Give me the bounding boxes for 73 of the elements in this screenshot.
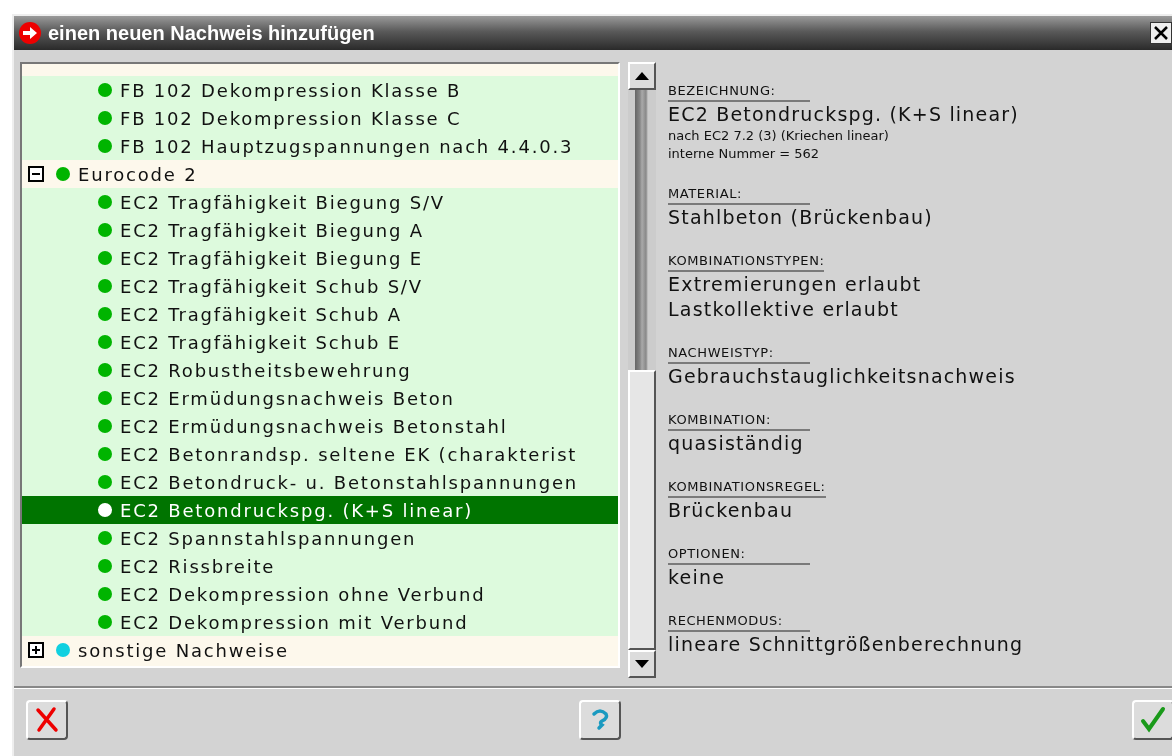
tree-item[interactable]: FB 102 Dekompression Klasse C bbox=[22, 104, 618, 132]
field-value: Gebrauchstauglichkeitsnachweis bbox=[668, 364, 1017, 389]
tree-item[interactable]: EC2 Tragfähigkeit Biegung E bbox=[22, 244, 618, 272]
help-button[interactable] bbox=[579, 700, 621, 740]
up-arrow-icon bbox=[635, 72, 649, 80]
tree-item[interactable]: Eurocode 2 bbox=[22, 160, 618, 188]
tree-item[interactable]: EC2 Tragfähigkeit Biegung A bbox=[22, 216, 618, 244]
field-value: EC2 Betondruckspg. (K+S linear) bbox=[668, 102, 1020, 127]
field-value: Lastkollektive erlaubt bbox=[668, 297, 900, 322]
section-label: RECHENMODUS: bbox=[668, 612, 810, 632]
collapse-icon[interactable] bbox=[28, 166, 44, 182]
bullet-icon bbox=[98, 391, 112, 405]
tree-item[interactable]: EC2 Dekompression ohne Verbund bbox=[22, 580, 618, 608]
bullet-icon bbox=[98, 503, 112, 517]
section-label: BEZEICHNUNG: bbox=[668, 82, 810, 102]
bullet-icon bbox=[98, 335, 112, 349]
field-value: Extremierungen erlaubt bbox=[668, 272, 923, 297]
tree-item[interactable]: EC2 Robustheitsbewehrung bbox=[22, 356, 618, 384]
bullet-icon bbox=[98, 83, 112, 97]
bullet-icon bbox=[98, 419, 112, 433]
bullet-icon bbox=[98, 279, 112, 293]
close-icon[interactable] bbox=[1150, 22, 1172, 44]
bullet-icon bbox=[98, 475, 112, 489]
bullet-icon bbox=[98, 111, 112, 125]
scroll-up-button[interactable] bbox=[628, 62, 656, 90]
section-label: KOMBINATIONSREGEL: bbox=[668, 478, 826, 498]
ok-button[interactable] bbox=[1132, 700, 1172, 740]
tree-item[interactable]: EC2 Betondruckspg. (K+S linear) bbox=[22, 496, 618, 524]
bullet-icon bbox=[98, 615, 112, 629]
field-value: keine bbox=[668, 565, 727, 590]
tree-item[interactable]: EC2 Tragfähigkeit Schub E bbox=[22, 328, 618, 356]
expand-icon[interactable] bbox=[28, 642, 44, 658]
scrollbar-thumb[interactable] bbox=[628, 370, 656, 650]
cancel-button[interactable] bbox=[26, 700, 68, 740]
down-arrow-icon bbox=[635, 660, 649, 668]
bullet-icon bbox=[98, 223, 112, 237]
section-label: OPTIONEN: bbox=[668, 545, 810, 565]
tree-item[interactable]: EC2 Betondruck- u. Betonstahlspannungen bbox=[22, 468, 618, 496]
tree-item[interactable]: FB 102 Dekompression Klasse B bbox=[22, 76, 618, 104]
tree-item[interactable]: EC2 Ermüdungsnachweis Beton bbox=[22, 384, 618, 412]
section-label: NACHWEISTYP: bbox=[668, 344, 810, 364]
tree-item[interactable]: EC2 Ermüdungsnachweis Betonstahl bbox=[22, 412, 618, 440]
field-value: Brückenbau bbox=[668, 498, 795, 523]
bullet-icon bbox=[98, 559, 112, 573]
tree-item[interactable]: FB 102 Hauptzugspannungen nach 4.4.0.3 bbox=[22, 132, 618, 160]
tree-item[interactable]: EC2 Tragfähigkeit Schub S/V bbox=[22, 272, 618, 300]
bullet-icon bbox=[98, 251, 112, 265]
section-label: KOMBINATION: bbox=[668, 411, 810, 431]
tree-item[interactable]: EC2 Spannstahlspannungen bbox=[22, 524, 618, 552]
section-label: KOMBINATIONSTYPEN: bbox=[668, 252, 825, 272]
field-value: Stahlbeton (Brückenbau) bbox=[668, 205, 934, 230]
bullet-icon bbox=[98, 447, 112, 461]
note-text: nach EC2 7.2 (3) (Kriechen linear) bbox=[668, 127, 890, 145]
tree-item[interactable]: EC2 Dekompression mit Verbund bbox=[22, 608, 618, 636]
bullet-icon bbox=[98, 363, 112, 377]
tree-item[interactable]: EC2 Rissbreite bbox=[22, 552, 618, 580]
bullet-icon bbox=[98, 307, 112, 321]
close-icon bbox=[33, 706, 61, 734]
field-value: lineare Schnittgrößenberechnung bbox=[668, 632, 1024, 657]
bullet-icon bbox=[98, 587, 112, 601]
checkmark-icon bbox=[1139, 706, 1167, 734]
bullet-icon bbox=[98, 139, 112, 153]
scroll-down-button[interactable] bbox=[628, 650, 656, 678]
tree-item[interactable]: EC2 Tragfähigkeit Schub A bbox=[22, 300, 618, 328]
field-value: quasiständig bbox=[668, 431, 805, 456]
note-text: interne Nummer = 562 bbox=[668, 145, 821, 163]
tree-item[interactable]: sonstige Nachweise bbox=[22, 636, 618, 664]
window-title: einen neuen Nachweis hinzufügen bbox=[48, 21, 375, 46]
tree-item[interactable]: EC2 Tragfähigkeit Biegung S/V bbox=[22, 188, 618, 216]
bullet-icon bbox=[98, 195, 112, 209]
section-label: MATERIAL: bbox=[668, 185, 810, 205]
tree-item[interactable]: EC2 Betonrandsp. seltene EK (charakterist bbox=[22, 440, 618, 468]
bullet-icon bbox=[98, 531, 112, 545]
